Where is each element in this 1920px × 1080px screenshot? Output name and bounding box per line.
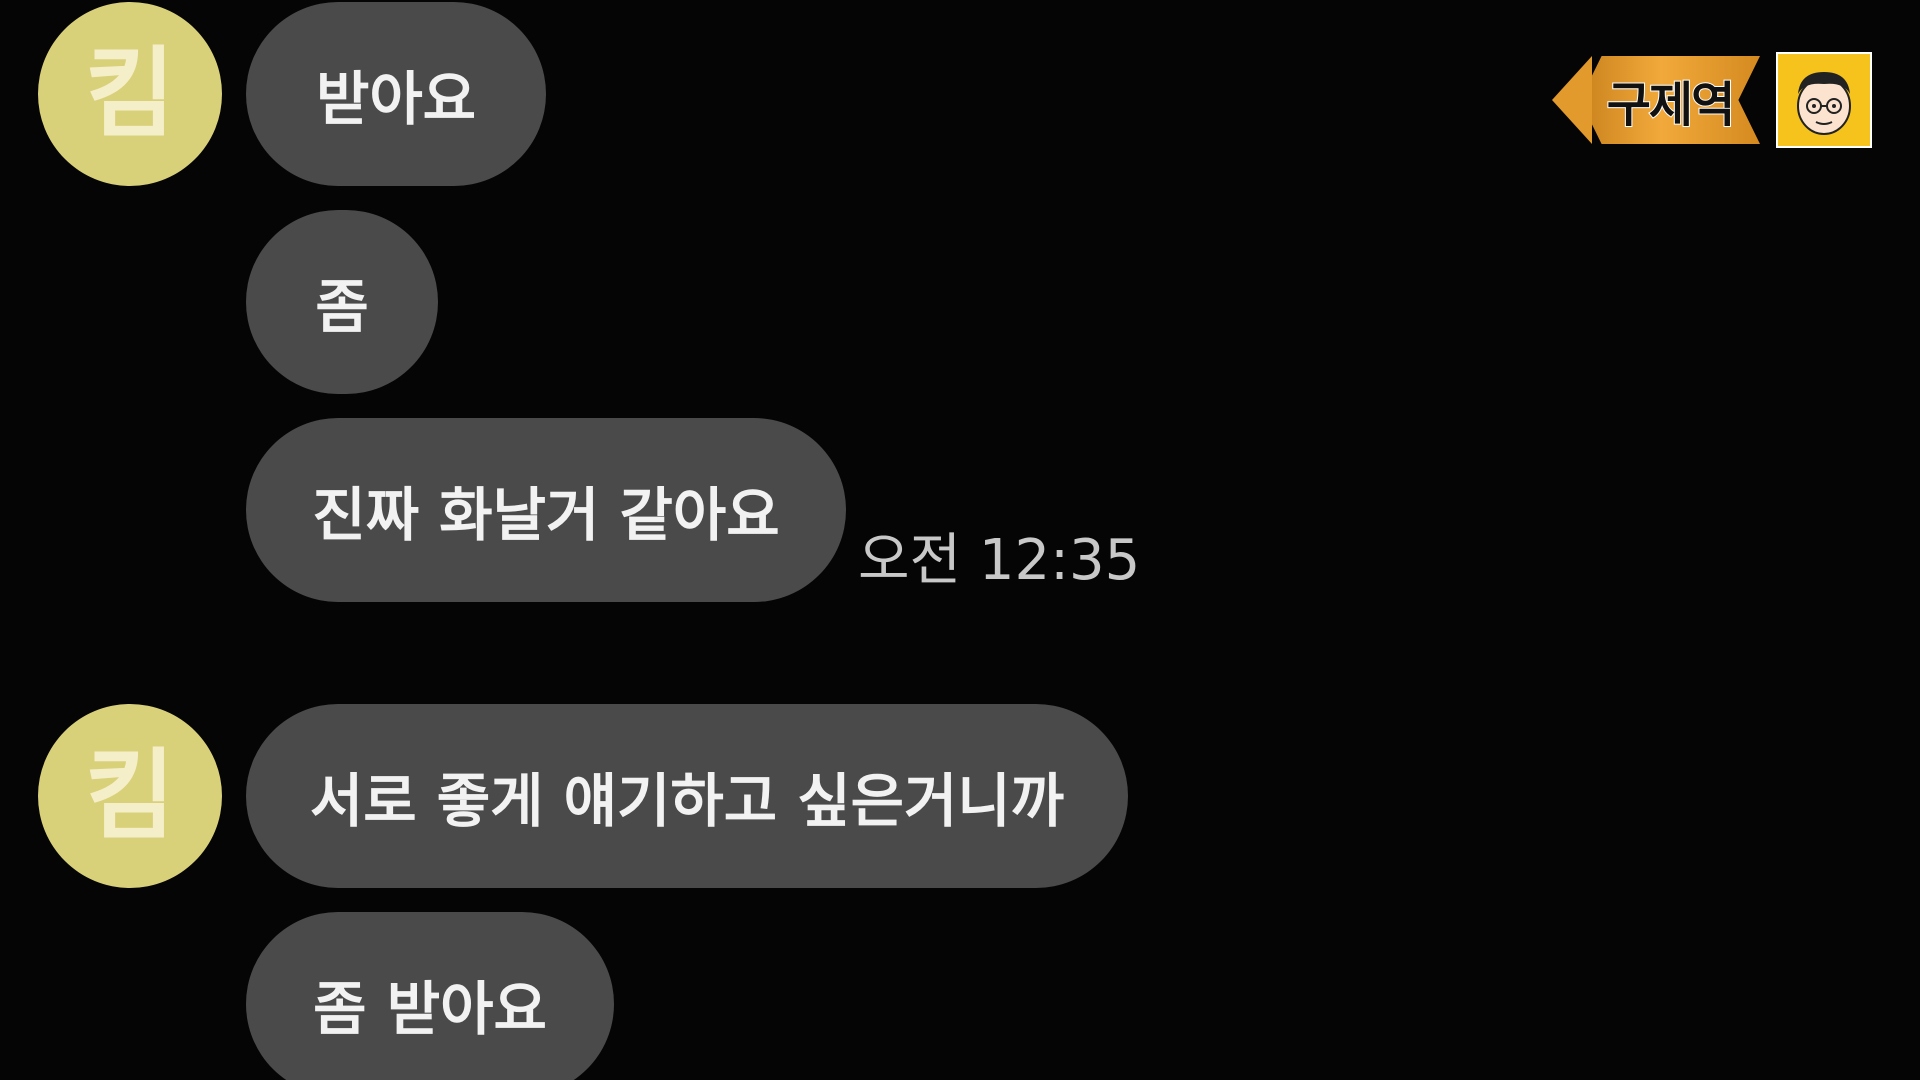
logo-text: 구제역 xyxy=(1606,76,1736,134)
message-bubble: 좀 받아요 xyxy=(246,912,614,1080)
channel-logo: 구제역 xyxy=(1552,52,1872,148)
cartoon-face-icon xyxy=(1776,52,1872,148)
sender-avatar[interactable]: 킴 xyxy=(38,2,222,186)
sender-avatar[interactable]: 킴 xyxy=(38,704,222,888)
message-bubble: 진짜 화날거 같아요 xyxy=(246,418,846,602)
message-bubble: 받아요 xyxy=(246,2,546,186)
message-bubble: 서로 좋게 얘기하고 싶은거니까 xyxy=(246,704,1128,888)
message-timestamp: 오전 12:35 xyxy=(858,528,1141,593)
message-bubble: 좀 xyxy=(246,210,438,394)
